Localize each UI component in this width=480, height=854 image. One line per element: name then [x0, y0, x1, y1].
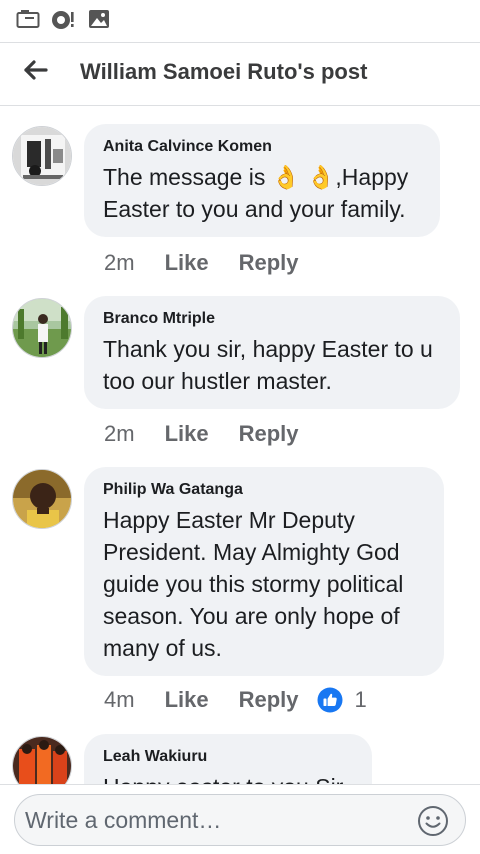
avatar[interactable] [12, 126, 72, 186]
avatar[interactable] [12, 736, 72, 784]
comment-text: Happy Easter Mr Deputy President. May Al… [103, 507, 404, 661]
reply-button[interactable]: Reply [239, 421, 299, 447]
reaction-count: 1 [354, 687, 367, 712]
comment-actions: 4m Like Reply 1 [104, 687, 367, 713]
comment-input[interactable] [25, 795, 405, 845]
comment-time: 4m [104, 687, 135, 712]
comment-composer [0, 784, 480, 854]
comment-author[interactable]: Branco Mtriple [103, 309, 440, 329]
comment-text: Happy easter to you Sir [103, 771, 352, 784]
like-button[interactable]: Like [165, 250, 209, 276]
comment-bubble: Leah Wakiuru Happy easter to you Sir [84, 734, 372, 784]
comment-text-part: The message is [103, 164, 272, 190]
news-feed-icon [16, 10, 40, 28]
comment-bubble: Branco Mtriple Thank you sir, happy East… [84, 296, 460, 409]
avatar[interactable] [12, 469, 72, 529]
comment-input-wrapper[interactable] [14, 794, 466, 846]
comment-time: 2m [104, 421, 135, 446]
ok-hand-emoji: 👌 👌 [271, 164, 336, 190]
smiley-icon[interactable] [417, 805, 449, 837]
comment-text: The message is 👌 👌,Happy Easter to you a… [103, 161, 420, 225]
like-button[interactable]: Like [165, 687, 209, 713]
page-title: William Samoei Ruto's post [80, 59, 368, 84]
gallery-icon [89, 10, 109, 28]
comment-list[interactable]: Anita Calvince Komen The message is 👌 👌,… [0, 108, 480, 784]
back-arrow-icon[interactable] [20, 58, 52, 90]
reply-button[interactable]: Reply [239, 250, 299, 276]
comment-text: Thank you sir, happy Easter to u too our… [103, 336, 433, 394]
comment-author[interactable]: Anita Calvince Komen [103, 137, 420, 157]
post-header: William Samoei Ruto's post [0, 42, 480, 106]
messenger-alert-icon [52, 11, 74, 29]
comment-bubble: Anita Calvince Komen The message is 👌 👌,… [84, 124, 440, 237]
comment-actions: 2m Like Reply [104, 421, 299, 447]
reaction-summary[interactable]: 1 [317, 687, 367, 713]
comment-author[interactable]: Leah Wakiuru [103, 747, 352, 767]
reply-button[interactable]: Reply [239, 687, 299, 713]
comment-time: 2m [104, 250, 135, 275]
comment-bubble: Philip Wa Gatanga Happy Easter Mr Deputy… [84, 467, 444, 676]
comment-actions: 2m Like Reply [104, 250, 299, 276]
avatar[interactable] [12, 298, 72, 358]
like-button[interactable]: Like [165, 421, 209, 447]
comment-author[interactable]: Philip Wa Gatanga [103, 480, 424, 500]
status-bar [0, 0, 480, 40]
like-thumb-icon [317, 687, 343, 713]
